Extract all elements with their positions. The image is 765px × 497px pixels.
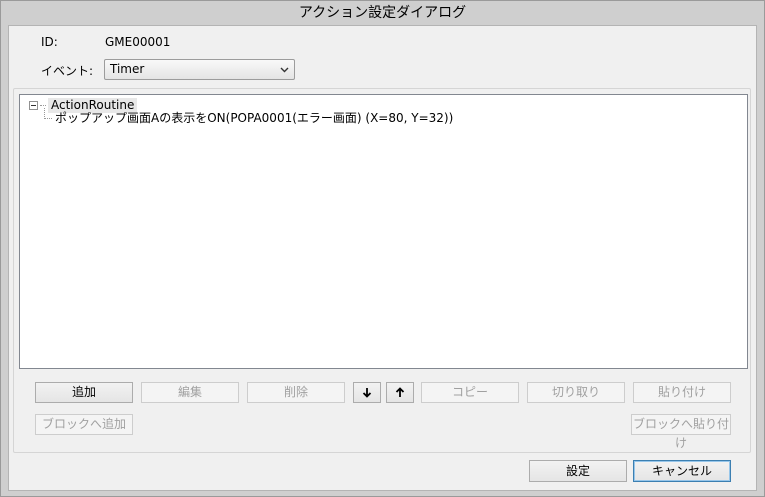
tree-node-child[interactable]: ポップアップ画面Aの表示をON(POPA0001(エラー画面) (X=80, Y… xyxy=(55,111,453,126)
move-down-button[interactable] xyxy=(353,382,381,403)
event-select[interactable]: Timer xyxy=(104,59,295,80)
id-value: GME00001 xyxy=(105,35,171,49)
arrow-up-icon xyxy=(395,387,405,398)
add-button[interactable]: 追加 xyxy=(35,382,133,403)
edit-button[interactable]: 編集 xyxy=(141,382,239,403)
window-title: アクション設定ダイアログ xyxy=(1,1,764,25)
event-label: イベント: xyxy=(41,64,94,78)
action-settings-dialog: アクション設定ダイアログ ID: GME00001 イベント: Timer Ac… xyxy=(0,0,765,497)
cancel-button[interactable]: キャンセル xyxy=(633,460,731,482)
cut-button[interactable]: 切り取り xyxy=(527,382,625,403)
copy-button[interactable]: コピー xyxy=(421,382,519,403)
event-select-value: Timer xyxy=(110,62,145,76)
tree-connector xyxy=(40,104,46,106)
arrow-down-icon xyxy=(362,387,372,398)
tree-connector xyxy=(44,118,52,119)
collapse-icon[interactable] xyxy=(29,100,38,110)
chevron-down-icon[interactable] xyxy=(277,60,291,79)
dialog-client-area: ID: GME00001 イベント: Timer ActionRoutine ポ… xyxy=(8,25,757,491)
add-to-block-button[interactable]: ブロックへ追加 xyxy=(35,414,133,435)
delete-button[interactable]: 削除 xyxy=(247,382,345,403)
action-tree[interactable]: ActionRoutine ポップアップ画面Aの表示をON(POPA0001(エ… xyxy=(19,94,748,369)
ok-button[interactable]: 設定 xyxy=(529,460,627,482)
paste-button[interactable]: 貼り付け xyxy=(633,382,731,403)
id-label: ID: xyxy=(41,35,58,49)
paste-to-block-button[interactable]: ブロックへ貼り付け xyxy=(631,414,731,450)
move-up-button[interactable] xyxy=(386,382,414,403)
